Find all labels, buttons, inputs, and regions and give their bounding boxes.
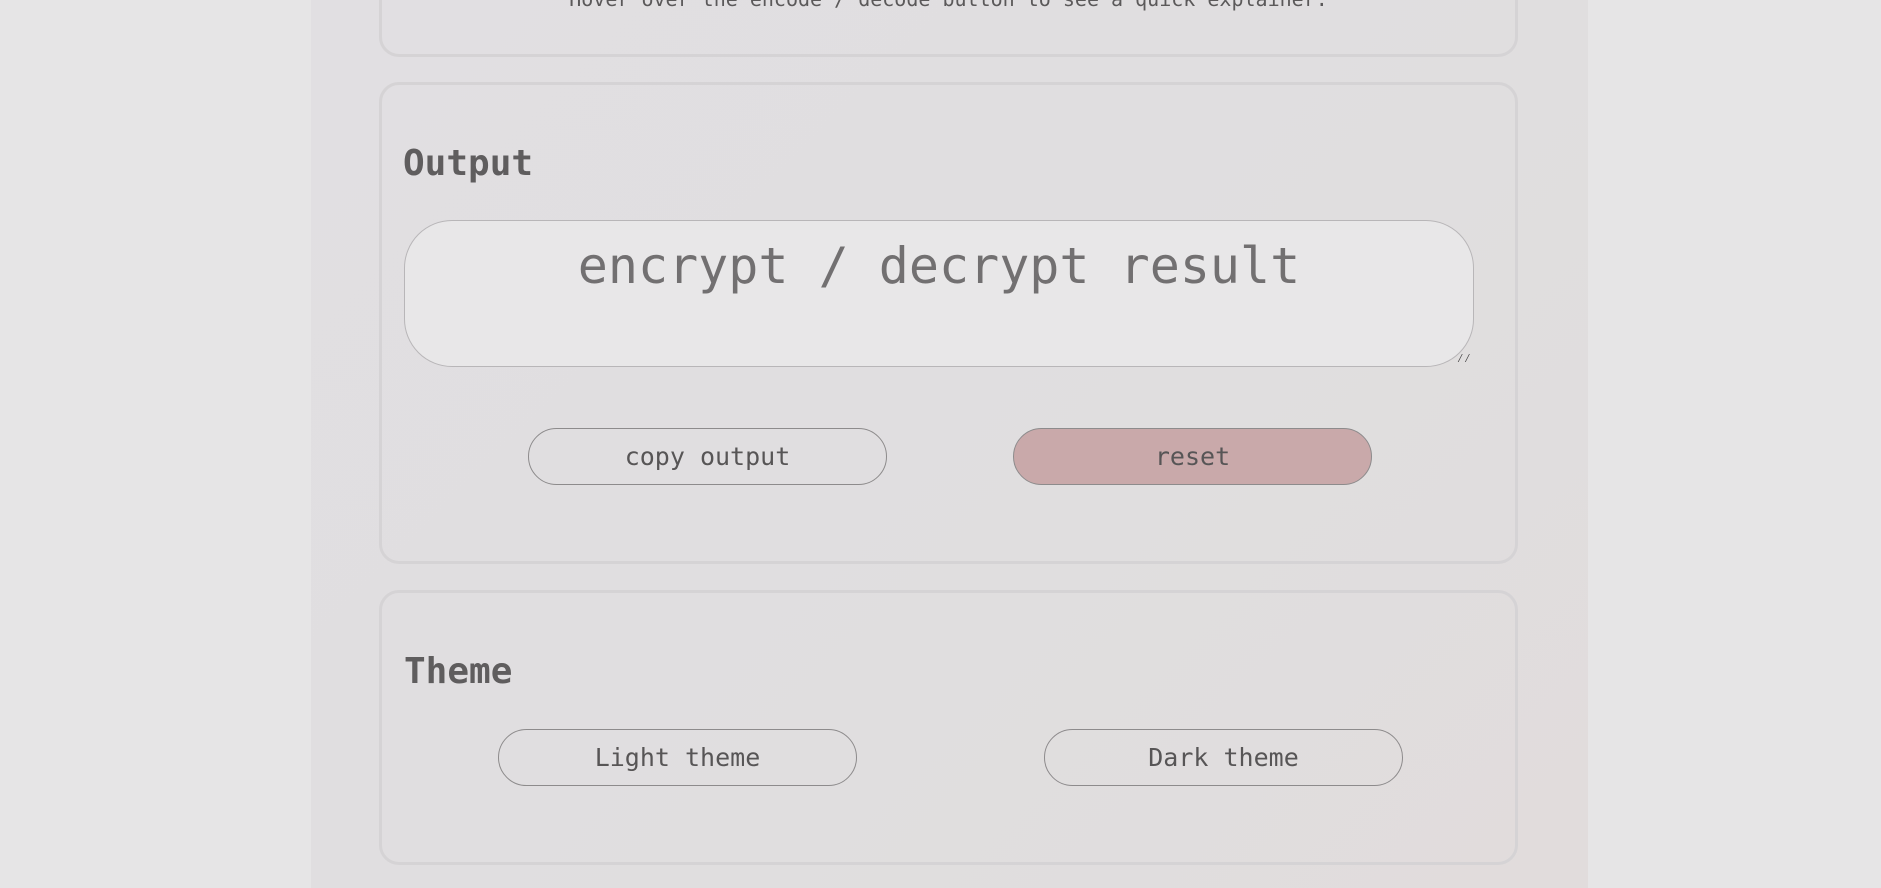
resize-handle-icon[interactable]: ⁄⁄ <box>1457 352 1471 364</box>
explainer-hint: Hover over the encode / decode button to… <box>382 0 1515 11</box>
theme-section-card: Theme Light theme Dark theme <box>379 590 1518 865</box>
output-placeholder: encrypt / decrypt result <box>577 237 1301 295</box>
output-section-card: Output encrypt / decrypt result ⁄⁄ copy … <box>379 82 1518 564</box>
theme-heading: Theme <box>404 651 513 692</box>
copy-output-button[interactable]: copy output <box>528 428 887 485</box>
input-section-card: Hover over the encode / decode button to… <box>379 0 1518 57</box>
output-heading: Output <box>403 143 534 184</box>
output-textarea[interactable]: encrypt / decrypt result ⁄⁄ <box>404 220 1474 367</box>
reset-button[interactable]: reset <box>1013 428 1372 485</box>
dark-theme-button[interactable]: Dark theme <box>1044 729 1403 786</box>
main-panel: Hover over the encode / decode button to… <box>311 0 1588 888</box>
light-theme-button[interactable]: Light theme <box>498 729 857 786</box>
